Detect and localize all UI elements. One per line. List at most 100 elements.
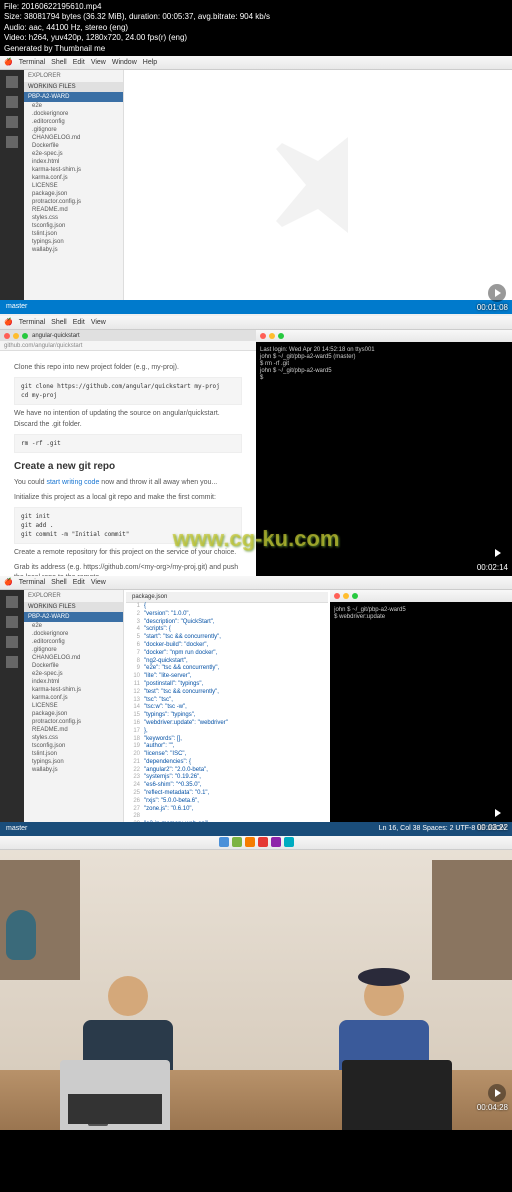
file-item[interactable]: package.json: [24, 710, 123, 718]
close-icon[interactable]: [260, 333, 266, 339]
file-item[interactable]: e2e: [24, 102, 123, 110]
play-button[interactable]: [488, 804, 506, 822]
menu-window[interactable]: Window: [112, 59, 137, 66]
file-item[interactable]: karma-test-shim.js: [24, 166, 123, 174]
files-icon[interactable]: [6, 596, 18, 608]
editor-tab[interactable]: package.json: [126, 592, 328, 603]
file-item[interactable]: tslint.json: [24, 230, 123, 238]
code-editor[interactable]: package.json 1{2 "version": "1.0.0",3 "d…: [124, 590, 330, 822]
terminal-window[interactable]: Last login: Wed Apr 20 14:52:18 on ttys0…: [256, 342, 512, 576]
menu-help[interactable]: Help: [143, 59, 157, 66]
git-branch[interactable]: master: [6, 303, 27, 310]
working-files-section[interactable]: WORKING FILES: [24, 602, 123, 612]
git-icon[interactable]: [6, 636, 18, 648]
file-item[interactable]: e2e: [24, 622, 123, 630]
file-item[interactable]: CHANGELOG.md: [24, 654, 123, 662]
menu-terminal[interactable]: Terminal: [19, 579, 45, 586]
vscode-logo-icon: [258, 125, 378, 245]
menu-shell[interactable]: Shell: [51, 59, 67, 66]
play-button[interactable]: [488, 544, 506, 562]
project-section[interactable]: PBP-A2-WARD: [24, 92, 123, 102]
file-item[interactable]: .editorconfig: [24, 638, 123, 646]
maximize-icon[interactable]: [352, 593, 358, 599]
debug-icon[interactable]: [6, 136, 18, 148]
play-button[interactable]: [488, 284, 506, 302]
search-icon[interactable]: [6, 616, 18, 628]
file-item[interactable]: tslint.json: [24, 750, 123, 758]
file-item[interactable]: karma-test-shim.js: [24, 686, 123, 694]
menu-edit[interactable]: Edit: [73, 59, 85, 66]
dock-icon[interactable]: [232, 837, 242, 847]
menu-view[interactable]: View: [91, 319, 106, 326]
git-branch[interactable]: master: [6, 825, 27, 832]
file-item[interactable]: styles.css: [24, 214, 123, 222]
apple-icon[interactable]: 🍎: [4, 58, 13, 66]
file-item[interactable]: LICENSE: [24, 702, 123, 710]
minimize-icon[interactable]: [13, 333, 19, 339]
file-item[interactable]: protractor.config.js: [24, 198, 123, 206]
project-section[interactable]: PBP-A2-WARD: [24, 612, 123, 622]
file-item[interactable]: styles.css: [24, 734, 123, 742]
file-item[interactable]: CHANGELOG.md: [24, 134, 123, 142]
search-icon[interactable]: [6, 96, 18, 108]
close-icon[interactable]: [4, 333, 10, 339]
file-item[interactable]: wallaby.js: [24, 246, 123, 254]
code-line: 9 "e2e": "tsc && concurrently",: [126, 665, 328, 673]
file-item[interactable]: tsconfig.json: [24, 222, 123, 230]
minimize-icon[interactable]: [269, 333, 275, 339]
menu-edit[interactable]: Edit: [73, 319, 85, 326]
file-item[interactable]: typings.json: [24, 758, 123, 766]
file-item[interactable]: index.html: [24, 678, 123, 686]
close-icon[interactable]: [334, 593, 340, 599]
file-item[interactable]: wallaby.js: [24, 766, 123, 774]
dock-icon[interactable]: [284, 837, 294, 847]
browser-tab[interactable]: angular-quickstart: [32, 333, 80, 339]
file-item[interactable]: README.md: [24, 726, 123, 734]
file-item[interactable]: package.json: [24, 190, 123, 198]
apple-icon[interactable]: 🍎: [4, 318, 13, 326]
file-item[interactable]: e2e-spec.js: [24, 670, 123, 678]
file-item[interactable]: typings.json: [24, 238, 123, 246]
dock-icon[interactable]: [245, 837, 255, 847]
file-item[interactable]: index.html: [24, 158, 123, 166]
working-files-section[interactable]: WORKING FILES: [24, 82, 123, 92]
maximize-icon[interactable]: [22, 333, 28, 339]
maximize-icon[interactable]: [278, 333, 284, 339]
link-start-writing[interactable]: start writing code: [46, 479, 99, 486]
dock-icon[interactable]: [271, 837, 281, 847]
file-item[interactable]: .gitignore: [24, 126, 123, 134]
debug-icon[interactable]: [6, 656, 18, 668]
terminal-window-2[interactable]: john $ ~/_git/pbp-a2-ward5 $ webdriver:u…: [330, 602, 512, 822]
dock-icon[interactable]: [258, 837, 268, 847]
apple-icon[interactable]: 🍎: [4, 578, 13, 586]
file-item[interactable]: .gitignore: [24, 646, 123, 654]
editor-area[interactable]: [124, 70, 512, 300]
file-item[interactable]: e2e-spec.js: [24, 150, 123, 158]
git-icon[interactable]: [6, 116, 18, 128]
file-item[interactable]: karma.conf.js: [24, 694, 123, 702]
timestamp-4: 00:04:28: [477, 1103, 508, 1112]
meta-file: File: 20160622195610.mp4: [4, 2, 508, 12]
menu-terminal[interactable]: Terminal: [19, 319, 45, 326]
file-item[interactable]: LICENSE: [24, 182, 123, 190]
file-item[interactable]: .editorconfig: [24, 118, 123, 126]
file-item[interactable]: Dockerfile: [24, 142, 123, 150]
menu-shell[interactable]: Shell: [51, 579, 67, 586]
address-bar[interactable]: github.com/angular/quickstart: [0, 341, 256, 351]
menu-view[interactable]: View: [91, 59, 106, 66]
play-button[interactable]: [488, 1084, 506, 1102]
file-item[interactable]: protractor.config.js: [24, 718, 123, 726]
file-item[interactable]: README.md: [24, 206, 123, 214]
files-icon[interactable]: [6, 76, 18, 88]
dock-icon[interactable]: [219, 837, 229, 847]
file-item[interactable]: tsconfig.json: [24, 742, 123, 750]
file-item[interactable]: .dockerignore: [24, 110, 123, 118]
file-item[interactable]: .dockerignore: [24, 630, 123, 638]
file-item[interactable]: karma.conf.js: [24, 174, 123, 182]
minimize-icon[interactable]: [343, 593, 349, 599]
menu-edit[interactable]: Edit: [73, 579, 85, 586]
menu-shell[interactable]: Shell: [51, 319, 67, 326]
menu-view[interactable]: View: [91, 579, 106, 586]
menu-terminal[interactable]: Terminal: [19, 59, 45, 66]
file-item[interactable]: Dockerfile: [24, 662, 123, 670]
